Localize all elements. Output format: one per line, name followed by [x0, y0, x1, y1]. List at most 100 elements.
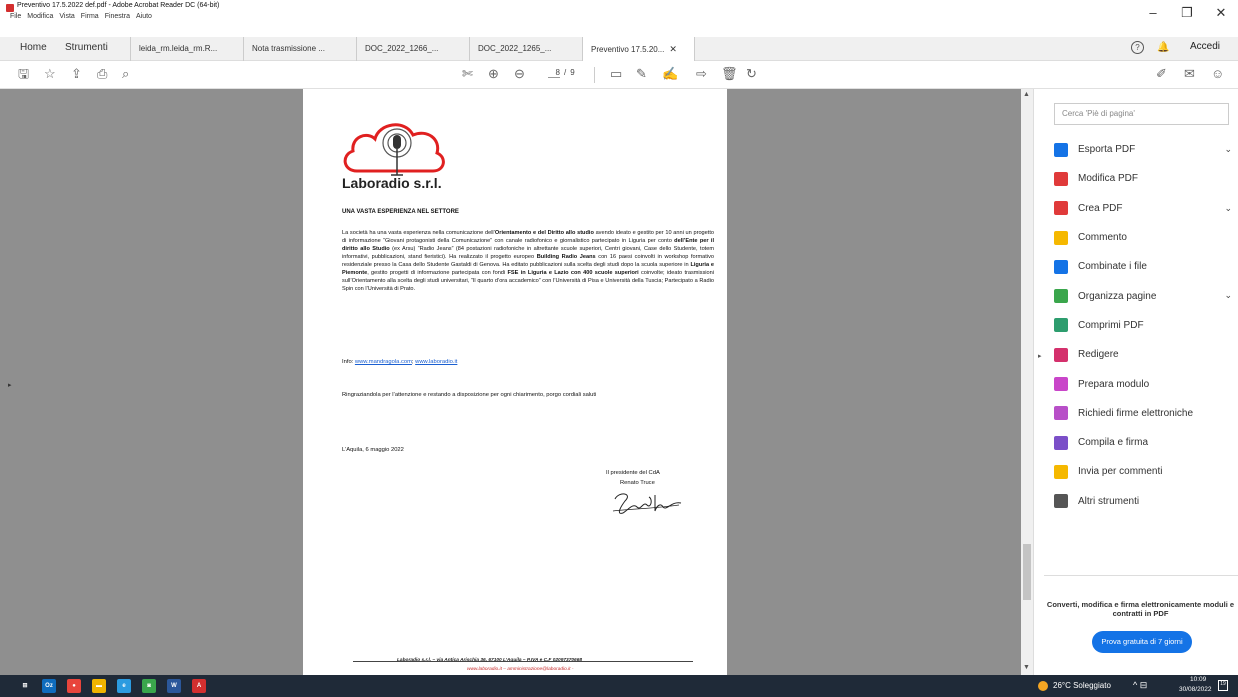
email-icon[interactable]: ✉: [1184, 66, 1195, 82]
tools-pane: ▸ Cerca 'Piè di pagina' Esporta PDF ⌄ Modi…: [1033, 89, 1238, 675]
tool-label: Redigere: [1078, 349, 1119, 361]
clock-time[interactable]: 10:09: [1190, 676, 1206, 683]
document-tab-active[interactable]: Preventivo 17.5.20... ✕: [582, 37, 695, 61]
tool-item[interactable]: Commento: [1054, 223, 1234, 252]
menu-file[interactable]: File: [10, 13, 21, 20]
scrollbar-thumb[interactable]: [1023, 544, 1031, 600]
zoom-search-icon[interactable]: ⌕: [122, 66, 129, 82]
minimize-button[interactable]: –: [1146, 5, 1160, 21]
document-tab-label: DOC_2022_1266_...: [365, 44, 439, 53]
tool-item[interactable]: Crea PDF ⌄: [1054, 194, 1234, 223]
tool-label: Altri strumenti: [1078, 495, 1140, 507]
acrobat-icon[interactable]: A: [192, 679, 206, 693]
chevron-down-icon[interactable]: ⌄: [1224, 203, 1232, 214]
edit-pdf-icon: [1054, 171, 1068, 186]
notification-center-icon[interactable]: 19: [1218, 680, 1228, 691]
tab-home[interactable]: Home: [20, 42, 47, 53]
tools-search-input[interactable]: Cerca 'Piè di pagina': [1054, 103, 1229, 125]
tool-label: Prepara modulo: [1078, 378, 1150, 390]
laboradio-link[interactable]: www.laboradio.it: [415, 359, 457, 365]
scissors-icon[interactable]: ✄: [462, 66, 473, 82]
menu-aiuto[interactable]: Aiuto: [136, 13, 152, 20]
section-heading: UNA VASTA ESPERIENZA NEL SETTORE: [342, 209, 459, 215]
chrome-icon[interactable]: ●: [67, 679, 81, 693]
fill-sign-tool-icon[interactable]: ✐: [1156, 66, 1167, 82]
pen-icon[interactable]: ✎: [636, 66, 647, 82]
tool-item[interactable]: Richiedi firme elettroniche: [1054, 399, 1234, 428]
menu-bar: File Modifica Vista Firma Finestra Aiuto: [10, 13, 152, 20]
collapse-pane-icon[interactable]: ▸: [1038, 352, 1042, 360]
tool-label: Commento: [1078, 232, 1127, 244]
start-icon[interactable]: ⊞: [18, 679, 32, 693]
document-tab[interactable]: DOC_2022_1266_...: [356, 37, 469, 61]
scroll-up-icon[interactable]: ▲: [1023, 91, 1030, 98]
combine-files-icon: [1054, 259, 1068, 274]
tab-tools[interactable]: Strumenti: [65, 42, 108, 53]
menu-modifica[interactable]: Modifica: [27, 13, 53, 20]
tool-item[interactable]: Comprimi PDF: [1054, 311, 1234, 340]
tool-item[interactable]: Altri strumenti: [1054, 487, 1234, 516]
weather-sun-icon[interactable]: [1038, 681, 1048, 691]
account-icon[interactable]: ☺: [1211, 66, 1224, 82]
compress-pdf-icon: [1054, 318, 1068, 333]
tool-item[interactable]: Modifica PDF: [1054, 164, 1234, 193]
mandragola-link[interactable]: www.mandragola.com: [355, 359, 412, 365]
share-icon[interactable]: ⇨: [696, 66, 707, 82]
file-explorer-icon[interactable]: ▬: [92, 679, 106, 693]
tool-item[interactable]: Esporta PDF ⌄: [1054, 135, 1234, 164]
tool-item[interactable]: Combinate i file: [1054, 252, 1234, 281]
edge-icon[interactable]: e: [117, 679, 131, 693]
comment-icon[interactable]: ▭: [610, 66, 622, 82]
chevron-down-icon[interactable]: ⌄: [1224, 144, 1232, 155]
delete-icon[interactable]: 🗑: [721, 66, 738, 82]
scroll-down-icon[interactable]: ▼: [1023, 664, 1030, 671]
bookmark-star-icon[interactable]: ☆: [44, 66, 56, 82]
body-paragraph: La società ha una vasta esperienza nella…: [342, 229, 714, 293]
maximize-button[interactable]: ❐: [1180, 5, 1194, 21]
president-name: Renato Truce: [620, 480, 655, 486]
tool-item[interactable]: Prepara modulo: [1054, 369, 1234, 398]
closing-text: Ringraziandola per l’attenzione e restan…: [342, 392, 597, 398]
document-tab[interactable]: DOC_2022_1265_...: [469, 37, 582, 61]
tool-item[interactable]: Redigere: [1054, 340, 1234, 369]
menu-finestra[interactable]: Finestra: [105, 13, 130, 20]
document-tab-label: leida_rm.leida_rm.R...: [139, 44, 218, 53]
clock-date[interactable]: 30/08/2022: [1179, 686, 1212, 693]
promo-divider: [1044, 575, 1238, 576]
free-trial-button[interactable]: Prova gratuita di 7 giorni: [1092, 631, 1192, 653]
close-tab-icon[interactable]: ✕: [669, 44, 677, 54]
left-panel-toggle-icon[interactable]: ▸: [8, 381, 12, 389]
document-tab[interactable]: leida_rm.leida_rm.R...: [130, 37, 243, 61]
previous-page-icon[interactable]: ⊕: [488, 66, 499, 82]
next-page-icon[interactable]: ⊖: [514, 66, 525, 82]
page-number-input[interactable]: 8: [548, 68, 560, 78]
info-label: Info:: [342, 359, 355, 365]
word-icon[interactable]: W: [167, 679, 181, 693]
close-button[interactable]: ✕: [1214, 5, 1228, 21]
print-icon[interactable]: ⎙: [97, 66, 107, 82]
chevron-down-icon[interactable]: ⌄: [1224, 290, 1232, 301]
title-bar: Preventivo 17.5.2022 def.pdf - Adobe Acr…: [0, 0, 1238, 26]
vertical-scrollbar[interactable]: ▲ ▼: [1021, 89, 1033, 675]
tool-item[interactable]: Organizza pagine ⌄: [1054, 281, 1234, 310]
document-view[interactable]: ▸ Laboradio s.r.l. UNA VASTA ESPERIENZA …: [0, 89, 1030, 675]
tool-item[interactable]: Compila e firma: [1054, 428, 1234, 457]
save-icon[interactable]: 🖫: [18, 66, 29, 82]
outlook-icon[interactable]: Oz: [42, 679, 56, 693]
system-tray[interactable]: ^ ⊟: [1133, 680, 1147, 691]
menu-firma[interactable]: Firma: [81, 13, 99, 20]
help-icon[interactable]: ?: [1131, 41, 1144, 54]
menu-vista[interactable]: Vista: [59, 13, 74, 20]
document-tab-label: DOC_2022_1265_...: [478, 44, 552, 53]
upload-cloud-icon[interactable]: ⇪: [71, 66, 82, 82]
rotate-icon[interactable]: ↻: [746, 66, 757, 82]
sign-in-link[interactable]: Accedi: [1190, 41, 1220, 52]
window-title: Preventivo 17.5.2022 def.pdf - Adobe Acr…: [17, 2, 220, 9]
sign-icon[interactable]: ✍: [662, 66, 678, 82]
tool-item[interactable]: Invia per commenti: [1054, 457, 1234, 486]
document-tab-label: Nota trasmissione ...: [252, 44, 325, 53]
notification-bell-icon[interactable]: 🔔: [1157, 42, 1169, 53]
document-tab[interactable]: Nota trasmissione ...: [243, 37, 356, 61]
weather-text[interactable]: 26°C Soleggiato: [1053, 681, 1111, 690]
app-green-icon[interactable]: ◙: [142, 679, 156, 693]
